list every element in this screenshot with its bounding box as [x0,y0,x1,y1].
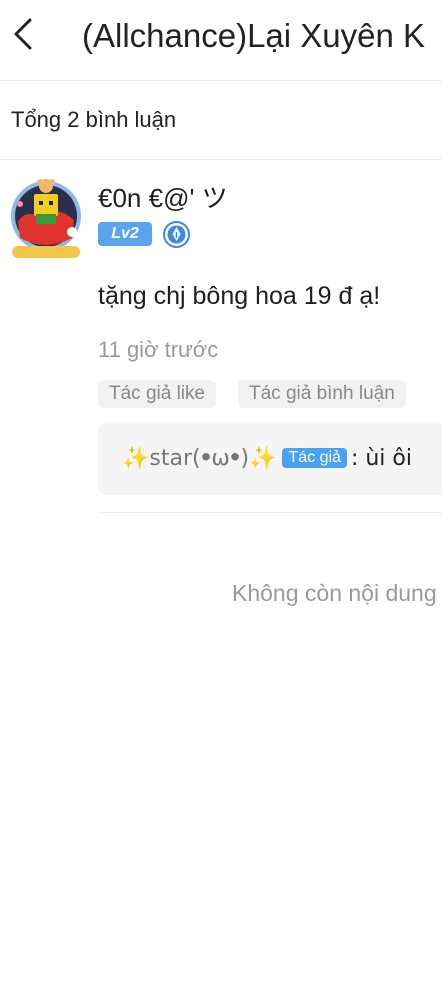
end-of-list-text: Không còn nội dung [232,580,437,606]
level-badge: Lv2 [98,222,152,246]
top-bar: (Allchance)Lại Xuyên K [0,0,442,81]
page-title: (Allchance)Lại Xuyên K [82,17,426,54]
reply-author-name[interactable]: ✨star(ꔷωꔷ)✨ [122,446,276,471]
reply-text: : ùi ôi [350,446,412,471]
back-button[interactable] [6,12,42,56]
reply-preview[interactable]: ✨star(ꔷωꔷ)✨ Tác giả: ùi ôi [98,423,442,495]
comment-text: tặng chj bông hoa 19 đ ạ! [98,282,381,310]
comment-count-label: Tổng 2 bình luận [11,107,177,132]
author-commented-chip: Tác giả bình luận [238,380,406,408]
avatar-frame-image [11,179,81,258]
author-tag-badge: Tác giả [282,448,347,468]
divider [98,512,442,513]
avatar[interactable] [6,174,86,262]
author-liked-chip: Tác giả like [98,380,217,408]
pen-badge-icon [163,221,190,248]
comment-summary: Tổng 2 bình luận [0,81,442,160]
back-arrow-icon [14,18,32,50]
comment-timestamp: 11 giờ trước [98,337,219,362]
username[interactable]: €0n €@' ツ [98,178,228,215]
reply-line: ✨star(ꔷωꔷ)✨ Tác giả: ùi ôi [122,446,412,471]
